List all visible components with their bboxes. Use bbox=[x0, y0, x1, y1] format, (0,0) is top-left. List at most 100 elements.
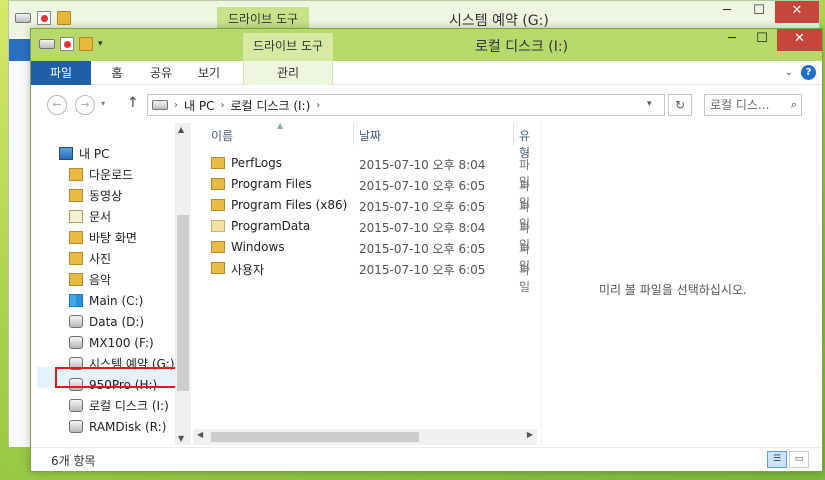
address-dropdown-icon[interactable]: ▾ bbox=[647, 99, 652, 109]
help-icon[interactable]: ? bbox=[801, 65, 816, 80]
highlight-annotation-box bbox=[55, 367, 179, 388]
sort-ascending-icon: ▲ bbox=[277, 121, 284, 130]
chevron-right-icon[interactable]: › bbox=[316, 100, 320, 111]
nav-item-data-d[interactable]: Data (D:) bbox=[69, 311, 144, 332]
up-button[interactable]: ↑ bbox=[127, 95, 139, 111]
tab-view[interactable]: 보기 bbox=[185, 61, 233, 85]
file-list-horizontal-scrollbar[interactable]: ◀ ▶ bbox=[193, 429, 537, 445]
refresh-button[interactable]: ↻ bbox=[668, 94, 692, 116]
nav-item-downloads[interactable]: 다운로드 bbox=[69, 164, 133, 185]
item-count: 6개 항목 bbox=[51, 454, 96, 468]
file-list: ▲ 이름 날짜 유형 PerfLogs 2015-07-10 오후 8:04 파… bbox=[193, 121, 541, 447]
nav-item-label: 사진 bbox=[89, 252, 112, 266]
file-name: Windows bbox=[231, 240, 285, 254]
column-name-header[interactable]: 이름 bbox=[211, 127, 233, 144]
tab-manage[interactable]: 관리 bbox=[243, 61, 333, 85]
file-name: Program Files (x86) bbox=[231, 198, 348, 212]
nav-item-desktop[interactable]: 바탕 화면 bbox=[69, 227, 137, 248]
properties-icon[interactable] bbox=[60, 37, 74, 51]
drive-tools-context-tab[interactable]: 드라이브 도구 bbox=[243, 33, 333, 61]
file-row[interactable]: ProgramData 2015-07-10 오후 8:04 파일 bbox=[211, 216, 541, 252]
column-date-header[interactable]: 날짜 bbox=[359, 127, 381, 144]
breadcrumb-local-disk[interactable]: 로컬 디스크 (I:) bbox=[230, 97, 310, 114]
nav-item-mx100-f[interactable]: MX100 (F:) bbox=[69, 332, 154, 353]
tab-home[interactable]: 홈 bbox=[97, 61, 137, 85]
column-divider[interactable] bbox=[513, 123, 514, 145]
nav-item-videos[interactable]: 동영상 bbox=[69, 185, 122, 206]
folder-icon bbox=[211, 178, 225, 190]
folder-icon bbox=[211, 199, 225, 211]
nav-item-label: MX100 (F:) bbox=[89, 335, 154, 350]
nav-item-label: 다운로드 bbox=[89, 168, 134, 182]
nav-item-this-pc[interactable]: 내 PC bbox=[59, 143, 109, 164]
navigation-pane: 내 PC 다운로드 동영상 문서 바탕 화면 사진 음악 Main (C:) D… bbox=[31, 121, 191, 447]
file-row[interactable]: Program Files 2015-07-10 오후 6:05 파일 bbox=[211, 174, 541, 210]
large-icons-view-button[interactable]: ▭ bbox=[789, 451, 809, 468]
minimize-button[interactable]: ─ bbox=[711, 1, 743, 23]
tab-share[interactable]: 공유 bbox=[139, 61, 183, 85]
address-row: ← → ▾ ↑ › 내 PC › 로컬 디스크 (I:) › ▾ ↻ 로컬 디스… bbox=[31, 85, 822, 125]
file-row[interactable]: Windows 2015-07-10 오후 6:05 파일 bbox=[211, 237, 541, 273]
recent-locations-icon[interactable]: ▾ bbox=[101, 99, 105, 108]
search-icon[interactable]: ⌕ bbox=[791, 95, 797, 115]
scroll-up-icon[interactable]: ▲ bbox=[178, 125, 184, 134]
address-bar[interactable]: › 내 PC › 로컬 디스크 (I:) › bbox=[147, 94, 665, 116]
minimize-button[interactable]: ─ bbox=[717, 29, 747, 51]
column-divider[interactable] bbox=[353, 123, 354, 145]
file-name: PerfLogs bbox=[231, 156, 283, 170]
drive-icon bbox=[69, 420, 83, 433]
folder-icon bbox=[69, 252, 83, 265]
nav-item-music[interactable]: 음악 bbox=[69, 269, 111, 290]
window-title: 로컬 디스크 (I:) bbox=[475, 39, 569, 55]
nav-item-local-disk-i[interactable]: 로컬 디스크 (I:) bbox=[69, 395, 169, 416]
customize-toolbar-icon[interactable]: ▾ bbox=[98, 39, 103, 49]
maximize-button[interactable]: ☐ bbox=[747, 29, 777, 51]
file-row[interactable]: 사용자 2015-07-10 오후 6:05 파일 bbox=[211, 258, 541, 294]
new-folder-icon[interactable] bbox=[79, 37, 93, 51]
file-name: Program Files bbox=[231, 177, 312, 191]
folder-icon bbox=[69, 273, 83, 286]
close-button[interactable]: ✕ bbox=[777, 29, 822, 51]
close-button[interactable]: ✕ bbox=[775, 1, 819, 23]
tab-file[interactable]: 파일 bbox=[31, 61, 91, 85]
nav-item-pictures[interactable]: 사진 bbox=[69, 248, 111, 269]
back-button[interactable]: ← bbox=[47, 95, 67, 115]
scroll-thumb[interactable] bbox=[177, 215, 189, 391]
drive-icon bbox=[69, 315, 83, 328]
breadcrumb-this-pc[interactable]: 내 PC bbox=[184, 97, 214, 114]
file-row[interactable]: Program Files (x86) 2015-07-10 오후 6:05 파… bbox=[211, 195, 541, 231]
file-date: 2015-07-10 오후 6:05 bbox=[359, 200, 486, 214]
nav-item-label: RAMDisk (R:) bbox=[89, 419, 167, 434]
scroll-down-icon[interactable]: ▼ bbox=[178, 434, 184, 443]
forward-button[interactable]: → bbox=[75, 95, 95, 115]
new-folder-icon[interactable] bbox=[57, 11, 71, 25]
scroll-left-icon[interactable]: ◀ bbox=[197, 430, 203, 439]
file-name: 사용자 bbox=[231, 263, 265, 277]
pc-icon bbox=[59, 147, 73, 160]
scroll-thumb[interactable] bbox=[211, 432, 419, 442]
nav-item-label: 로컬 디스크 (I:) bbox=[89, 399, 169, 413]
nav-item-documents[interactable]: 문서 bbox=[69, 206, 111, 227]
nav-vertical-scrollbar[interactable]: ▲ ▼ bbox=[175, 123, 191, 445]
details-view-button[interactable]: ☰ bbox=[767, 451, 787, 468]
scroll-right-icon[interactable]: ▶ bbox=[527, 430, 533, 439]
background-window-title: 시스템 예약 (G:) bbox=[449, 13, 549, 29]
chevron-right-icon[interactable]: › bbox=[174, 100, 178, 111]
status-bar: 6개 항목 ☰ ▭ bbox=[31, 447, 822, 471]
expand-ribbon-icon[interactable]: ⌄ bbox=[785, 67, 793, 78]
search-box[interactable]: 로컬 디스... ⌕ bbox=[704, 94, 802, 116]
nav-item-label: 바탕 화면 bbox=[89, 231, 137, 245]
maximize-button[interactable]: ☐ bbox=[743, 1, 775, 23]
ribbon-tabs: 파일 홈 공유 보기 관리 ⌄ ? bbox=[31, 61, 822, 85]
nav-item-main-c[interactable]: Main (C:) bbox=[69, 290, 143, 311]
properties-icon[interactable] bbox=[37, 11, 51, 25]
file-date: 2015-07-10 오후 6:05 bbox=[359, 242, 486, 256]
quick-access-toolbar: ▾ bbox=[39, 37, 103, 51]
folder-icon bbox=[211, 262, 225, 274]
drive-icon bbox=[152, 100, 168, 110]
explorer-window: ▾ 드라이브 도구 로컬 디스크 (I:) ─ ☐ ✕ 파일 홈 공유 보기 관… bbox=[30, 28, 823, 472]
file-row[interactable]: PerfLogs 2015-07-10 오후 8:04 파일 bbox=[211, 153, 541, 189]
nav-item-ramdisk-r[interactable]: RAMDisk (R:) bbox=[69, 416, 166, 437]
preview-message: 미리 볼 파일을 선택하십시오. bbox=[599, 283, 747, 297]
chevron-right-icon[interactable]: › bbox=[220, 100, 224, 111]
